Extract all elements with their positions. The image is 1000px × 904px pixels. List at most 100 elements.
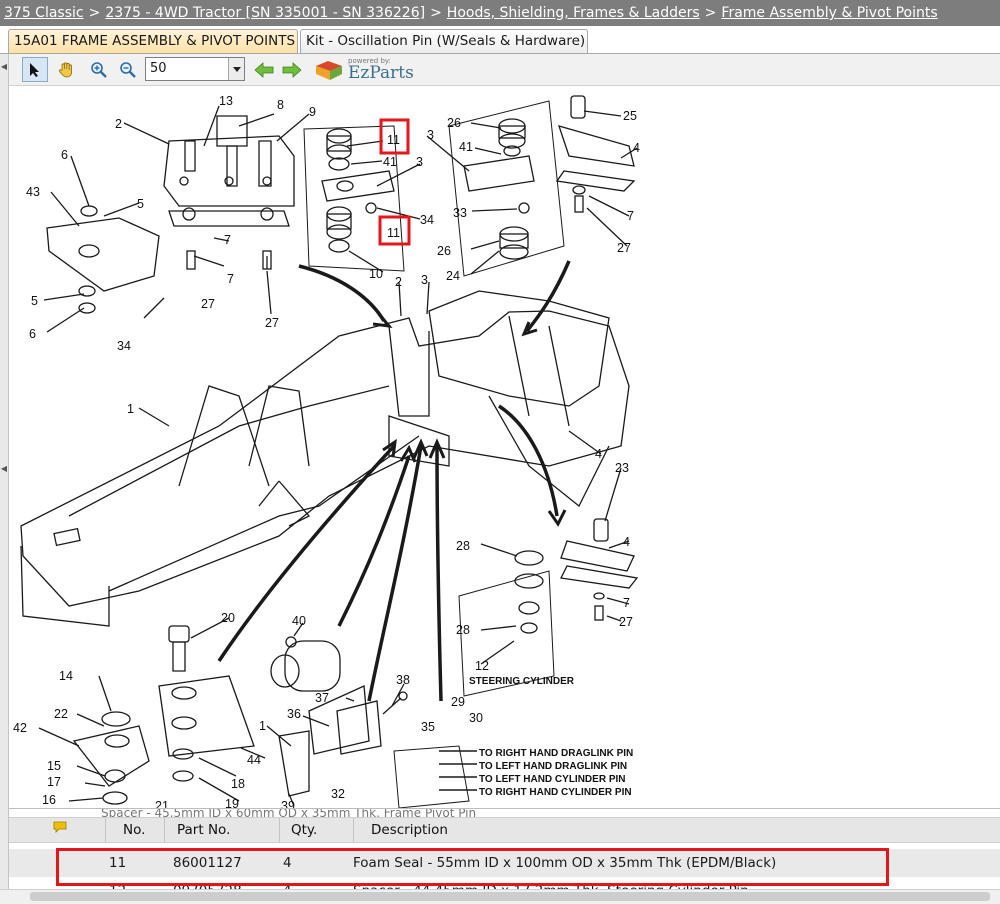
callout-28[interactable]: 28	[456, 623, 470, 637]
callout-8[interactable]: 8	[277, 98, 284, 112]
callout-20[interactable]: 20	[221, 611, 235, 625]
callout-7[interactable]: 7	[227, 272, 234, 286]
zoom-level-select[interactable]: 50	[145, 57, 245, 81]
callout-41[interactable]: 41	[459, 140, 473, 154]
zoom-in-button[interactable]	[86, 57, 112, 82]
callout-5[interactable]: 5	[137, 197, 144, 211]
exploded-parts-drawing[interactable]: 13 2 8 9 6 43 5 5 6 7 7 27 27 34 11 41 3…	[9, 86, 1000, 808]
callout-13[interactable]: 13	[219, 94, 233, 108]
column-separator[interactable]	[164, 818, 165, 842]
callout-25[interactable]: 25	[623, 109, 637, 123]
callout-10[interactable]: 10	[369, 267, 383, 281]
callout-44[interactable]: 44	[247, 753, 261, 767]
callout-33[interactable]: 33	[453, 206, 467, 220]
callout-41[interactable]: 41	[383, 155, 397, 169]
callout-26[interactable]: 26	[437, 244, 451, 258]
splitter-handle-icon[interactable]: ◀	[0, 464, 8, 473]
callout-32[interactable]: 32	[331, 787, 345, 801]
pointer-icon	[30, 62, 39, 77]
callout-26[interactable]: 26	[447, 116, 461, 130]
callout-37[interactable]: 37	[315, 691, 329, 705]
callout-2[interactable]: 2	[115, 117, 122, 131]
column-separator[interactable]	[279, 818, 280, 842]
callout-27[interactable]: 27	[265, 316, 279, 330]
callout-3[interactable]: 3	[416, 155, 423, 169]
scrollbar-thumb[interactable]	[30, 892, 990, 901]
column-header-description[interactable]: Description	[371, 822, 448, 838]
zoom-out-icon	[120, 61, 136, 78]
parts-diagram[interactable]: 13 2 8 9 6 43 5 5 6 7 7 27 27 34 11 41 3…	[9, 86, 1000, 808]
callout-23[interactable]: 23	[615, 461, 629, 475]
cell-qty: 4	[283, 855, 292, 871]
callout-6[interactable]: 6	[29, 327, 36, 341]
back-arrow-icon	[254, 61, 274, 78]
callout-2[interactable]: 2	[395, 275, 402, 289]
forward-button[interactable]	[279, 57, 305, 82]
callout-40[interactable]: 40	[292, 614, 306, 628]
callout-28[interactable]: 28	[456, 539, 470, 553]
callout-14[interactable]: 14	[59, 669, 73, 683]
callout-35[interactable]: 35	[421, 720, 435, 734]
callout-7[interactable]: 7	[623, 596, 630, 610]
left-splitter[interactable]: ◀ ◀ ◀	[0, 54, 9, 903]
callout-6[interactable]: 6	[61, 148, 68, 162]
callout-24[interactable]: 24	[446, 269, 460, 283]
breadcrumb-separator: >	[704, 5, 717, 21]
breadcrumb-item-model[interactable]: 375 Classic	[4, 5, 84, 21]
callout-11[interactable]: 11	[387, 133, 400, 147]
pointer-tool-button[interactable]	[22, 57, 48, 82]
callout-27[interactable]: 27	[617, 241, 631, 255]
callout-22[interactable]: 22	[54, 707, 68, 721]
column-header-part-no[interactable]: Part No.	[177, 822, 230, 838]
callout-29[interactable]: 29	[451, 695, 465, 709]
callout-18[interactable]: 18	[231, 777, 245, 791]
callout-17[interactable]: 17	[47, 775, 61, 789]
tab-frame-assembly[interactable]: 15A01 FRAME ASSEMBLY & PIVOT POINTS	[8, 29, 298, 53]
callout-7[interactable]: 7	[627, 209, 634, 223]
horizontal-scrollbar[interactable]	[0, 889, 1000, 904]
pan-tool-button[interactable]	[53, 57, 79, 82]
callout-3[interactable]: 3	[421, 273, 428, 287]
callout-16[interactable]: 16	[42, 793, 56, 807]
callout-4[interactable]: 4	[595, 447, 602, 461]
zoom-out-button[interactable]	[115, 57, 141, 82]
callout-27[interactable]: 27	[619, 615, 633, 629]
chevron-down-icon[interactable]	[228, 58, 244, 80]
callout-4[interactable]: 4	[623, 535, 630, 549]
back-button[interactable]	[251, 57, 277, 82]
column-header-qty[interactable]: Qty.	[291, 822, 317, 838]
callout-43[interactable]: 43	[26, 185, 40, 199]
callout-1[interactable]: 1	[259, 719, 266, 733]
callout-39[interactable]: 39	[281, 799, 295, 808]
callout-30[interactable]: 30	[469, 711, 483, 725]
note-icon[interactable]	[53, 821, 67, 837]
callout-36[interactable]: 36	[287, 707, 301, 721]
column-separator[interactable]	[105, 818, 106, 842]
callout-4[interactable]: 4	[633, 141, 640, 155]
column-separator[interactable]	[353, 818, 354, 842]
callout-3[interactable]: 3	[427, 128, 434, 142]
callout-9[interactable]: 9	[309, 105, 316, 119]
breadcrumb: 375 Classic > 2375 - 4WD Tractor [SN 335…	[0, 0, 1000, 26]
callout-42[interactable]: 42	[13, 721, 27, 735]
callout-21[interactable]: 21	[155, 799, 169, 808]
callout-7[interactable]: 7	[224, 233, 231, 247]
callout-27[interactable]: 27	[201, 297, 215, 311]
callout-19[interactable]: 19	[225, 797, 239, 808]
zoom-in-icon	[91, 61, 107, 78]
callout-38[interactable]: 38	[396, 673, 410, 687]
callout-34[interactable]: 34	[117, 339, 131, 353]
collapse-left-icon[interactable]: ◀	[0, 62, 8, 71]
callout-5[interactable]: 5	[31, 294, 38, 308]
callout-11[interactable]: 11	[387, 226, 400, 240]
callout-1[interactable]: 1	[127, 402, 134, 416]
callout-34[interactable]: 34	[420, 213, 434, 227]
table-row[interactable]: 11 86001127 4 Foam Seal - 55mm ID x 100m…	[9, 849, 1000, 877]
callout-12[interactable]: 12	[475, 659, 489, 673]
breadcrumb-item-tractor[interactable]: 2375 - 4WD Tractor [SN 335001 - SN 33622…	[105, 5, 425, 21]
column-header-no[interactable]: No.	[123, 822, 145, 838]
tab-oscillation-pin-kit[interactable]: Kit - Oscillation Pin (W/Seals & Hardwar…	[300, 29, 588, 53]
callout-15[interactable]: 15	[47, 759, 61, 773]
breadcrumb-item-hoods[interactable]: Hoods, Shielding, Frames & Ladders	[447, 5, 700, 21]
breadcrumb-item-frame[interactable]: Frame Assembly & Pivot Points	[721, 5, 937, 21]
